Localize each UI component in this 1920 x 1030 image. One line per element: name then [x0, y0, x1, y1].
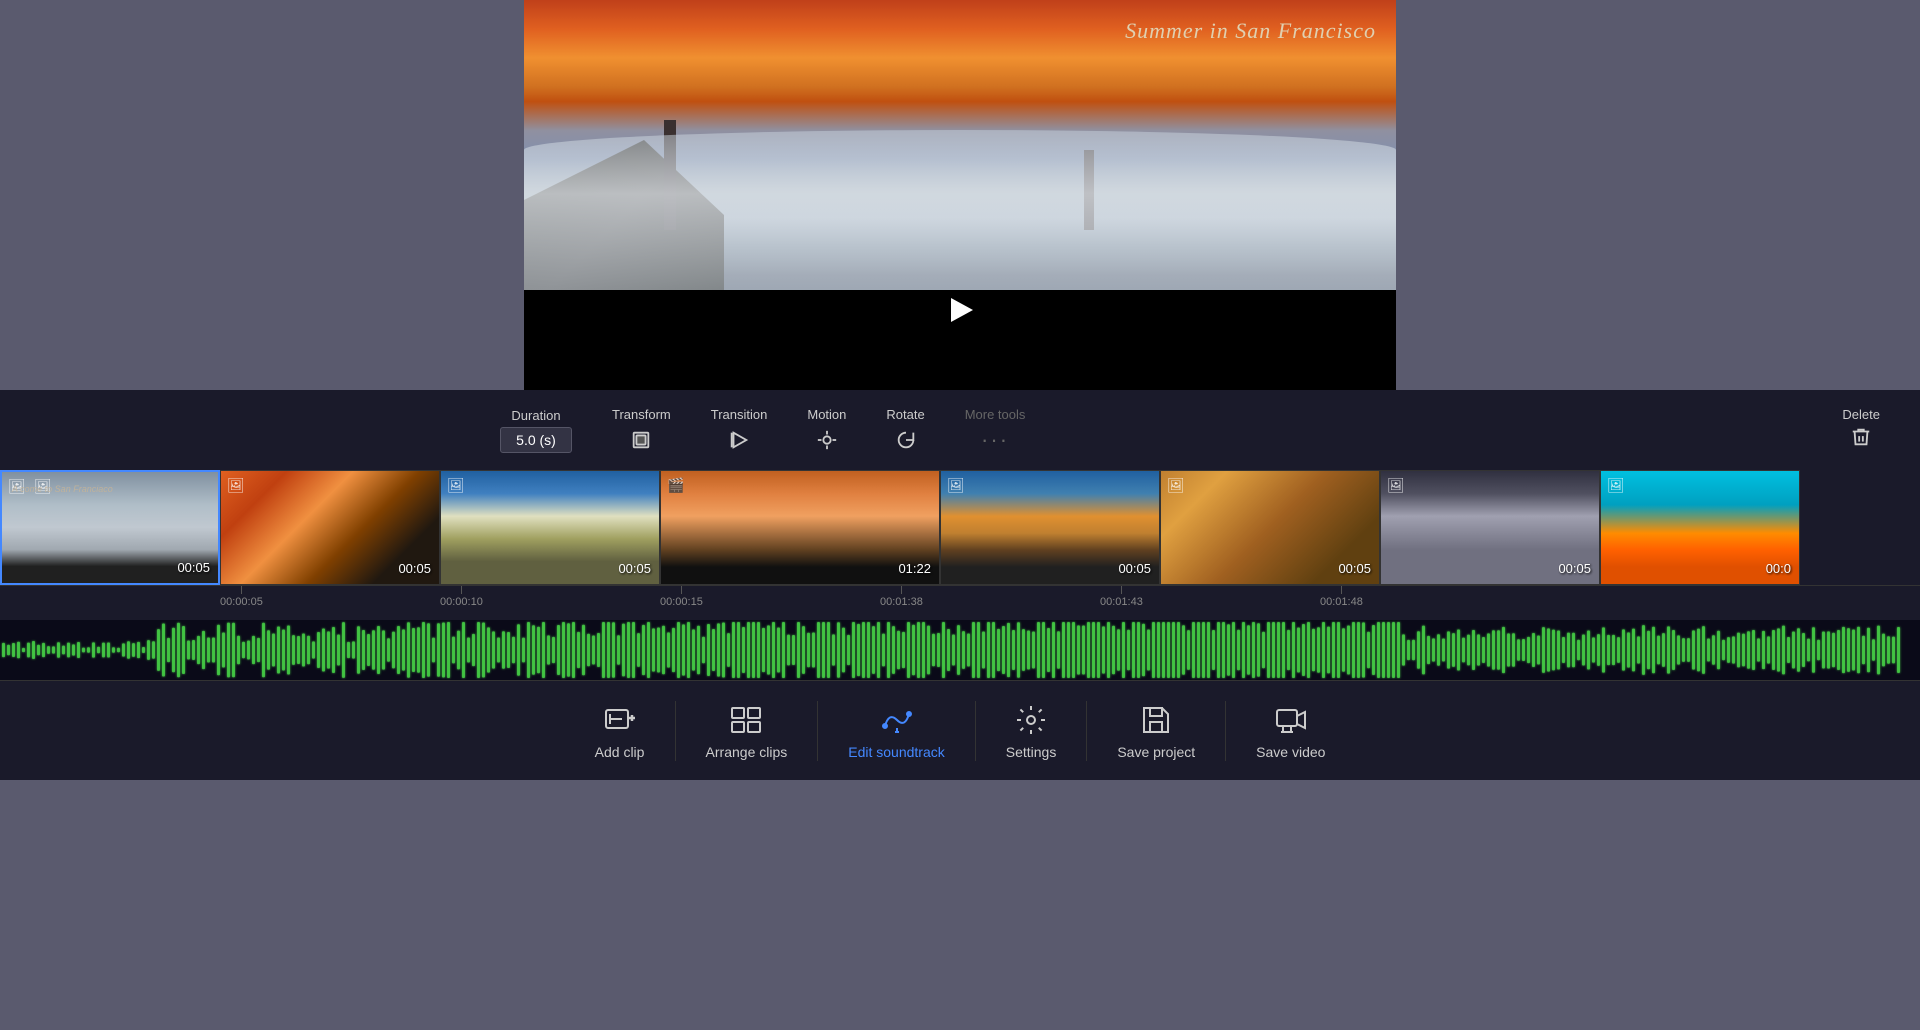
save-project-button[interactable]: Save project — [1087, 692, 1225, 770]
ruler-mark-3: 00:00:15 — [660, 586, 703, 608]
play-icon — [951, 298, 973, 322]
settings-icon — [1013, 702, 1049, 738]
ruler-label-4: 00:01:38 — [880, 596, 923, 608]
add-clip-button[interactable]: Add clip — [565, 692, 675, 770]
arrange-clips-label: Arrange clips — [706, 744, 788, 760]
transform-tool[interactable]: Transform — [592, 407, 691, 454]
ruler-label-2: 00:00:10 — [440, 596, 483, 608]
waveform-svg — [0, 620, 1920, 680]
audio-waveform — [0, 620, 1920, 680]
clip-toolbar: Duration Transform Transition — [0, 390, 1920, 470]
clip-2-icon: 🖼 — [227, 477, 245, 494]
duration-label: Duration — [511, 408, 560, 423]
more-tools-tool[interactable]: More tools ··· — [945, 407, 1046, 454]
ruler-mark-5: 00:01:43 — [1100, 586, 1143, 608]
arrange-clips-button[interactable]: Arrange clips — [676, 692, 818, 770]
save-video-button[interactable]: Save video — [1226, 692, 1355, 770]
clip-6-duration: 00:05 — [1338, 561, 1371, 576]
ruler-mark-6: 00:01:48 — [1320, 586, 1363, 608]
save-video-label: Save video — [1256, 744, 1325, 760]
transition-tool[interactable]: Transition — [691, 407, 788, 454]
clip-7-icon: 🖼 — [1387, 477, 1405, 494]
bottom-toolbar: Add clip Arrange clips — [0, 680, 1920, 780]
clip-1[interactable]: 🖼 🖼 A come to San Franciaco 00:05 — [0, 470, 220, 585]
rotate-icon — [892, 426, 920, 454]
clip-5-duration: 00:05 — [1118, 561, 1151, 576]
video-preview-container: Summer in San Francisco — [524, 0, 1396, 390]
trash-icon — [1850, 426, 1872, 454]
ruler-label-6: 00:01:48 — [1320, 596, 1363, 608]
clip-7-duration: 00:05 — [1558, 561, 1591, 576]
ruler-label-3: 00:00:15 — [660, 596, 703, 608]
settings-label: Settings — [1006, 744, 1057, 760]
clip-7[interactable]: 🖼 00:05 — [1380, 470, 1600, 585]
clip-6[interactable]: 🖼 00:05 — [1160, 470, 1380, 585]
motion-icon — [813, 426, 841, 454]
play-button[interactable] — [940, 290, 980, 330]
clip-2-duration: 00:05 — [398, 561, 431, 576]
clip-5-icon: 🖼 — [947, 477, 965, 494]
more-tools-icon: ··· — [981, 426, 1009, 454]
add-clip-icon — [602, 702, 638, 738]
ruler-label-1: 00:00:05 — [220, 596, 263, 608]
video-image: Summer in San Francisco — [524, 0, 1396, 290]
duration-tool[interactable]: Duration — [480, 408, 592, 453]
clip-3-duration: 00:05 — [618, 561, 651, 576]
clip-6-icon: 🖼 — [1167, 477, 1185, 494]
clip-8[interactable]: 🖼 00:0 — [1600, 470, 1800, 585]
clip-1-text: A come to San Franciaco — [12, 484, 113, 494]
motion-label: Motion — [807, 407, 846, 422]
edit-soundtrack-label: Edit soundtrack — [848, 744, 945, 760]
save-icon — [1138, 702, 1174, 738]
ruler-mark-2: 00:00:10 — [440, 586, 483, 608]
add-clip-label: Add clip — [595, 744, 645, 760]
clip-8-icon: 🖼 — [1607, 477, 1625, 494]
clip-4[interactable]: 🎬 01:22 — [660, 470, 940, 585]
timeline-clips: 🖼 🖼 A come to San Franciaco 00:05 🖼 00:0… — [0, 470, 1920, 585]
transition-icon — [725, 426, 753, 454]
edit-soundtrack-button[interactable]: Edit soundtrack — [818, 692, 975, 770]
video-title: Summer in San Francisco — [1125, 18, 1376, 44]
transition-label: Transition — [711, 407, 768, 422]
delete-button[interactable]: Delete — [1842, 407, 1880, 454]
ruler-mark-1: 00:00:05 — [220, 586, 263, 608]
video-black-bar — [524, 290, 1396, 390]
clip-5[interactable]: 🖼 00:05 — [940, 470, 1160, 585]
transform-label: Transform — [612, 407, 671, 422]
delete-label: Delete — [1842, 407, 1880, 422]
ruler-label-5: 00:01:43 — [1100, 596, 1143, 608]
fog-decoration — [524, 130, 1396, 290]
save-video-icon — [1273, 702, 1309, 738]
clip-4-icon: 🎬 — [667, 477, 684, 494]
main-area: Summer in San Francisco Duration Transfo… — [0, 0, 1920, 1030]
video-preview: Summer in San Francisco — [524, 0, 1396, 390]
ruler-mark-4: 00:01:38 — [880, 586, 923, 608]
duration-input[interactable] — [500, 427, 572, 453]
rotate-tool[interactable]: Rotate — [866, 407, 944, 454]
rotate-label: Rotate — [886, 407, 924, 422]
clip-3[interactable]: 🖼 00:05 — [440, 470, 660, 585]
arrange-icon — [728, 702, 764, 738]
clip-2[interactable]: 🖼 00:05 — [220, 470, 440, 585]
clip-8-duration: 00:0 — [1766, 561, 1791, 576]
clip-1-duration: 00:05 — [177, 560, 210, 575]
save-project-label: Save project — [1117, 744, 1195, 760]
timeline-ruler: 00:00:05 00:00:10 00:00:15 00:01:38 00:0… — [0, 585, 1920, 620]
clip-3-icon: 🖼 — [447, 477, 465, 494]
soundtrack-icon — [879, 702, 915, 738]
transform-icon — [627, 426, 655, 454]
motion-tool[interactable]: Motion — [787, 407, 866, 454]
clip-4-duration: 01:22 — [898, 561, 931, 576]
settings-button[interactable]: Settings — [976, 692, 1087, 770]
more-tools-label: More tools — [965, 407, 1026, 422]
